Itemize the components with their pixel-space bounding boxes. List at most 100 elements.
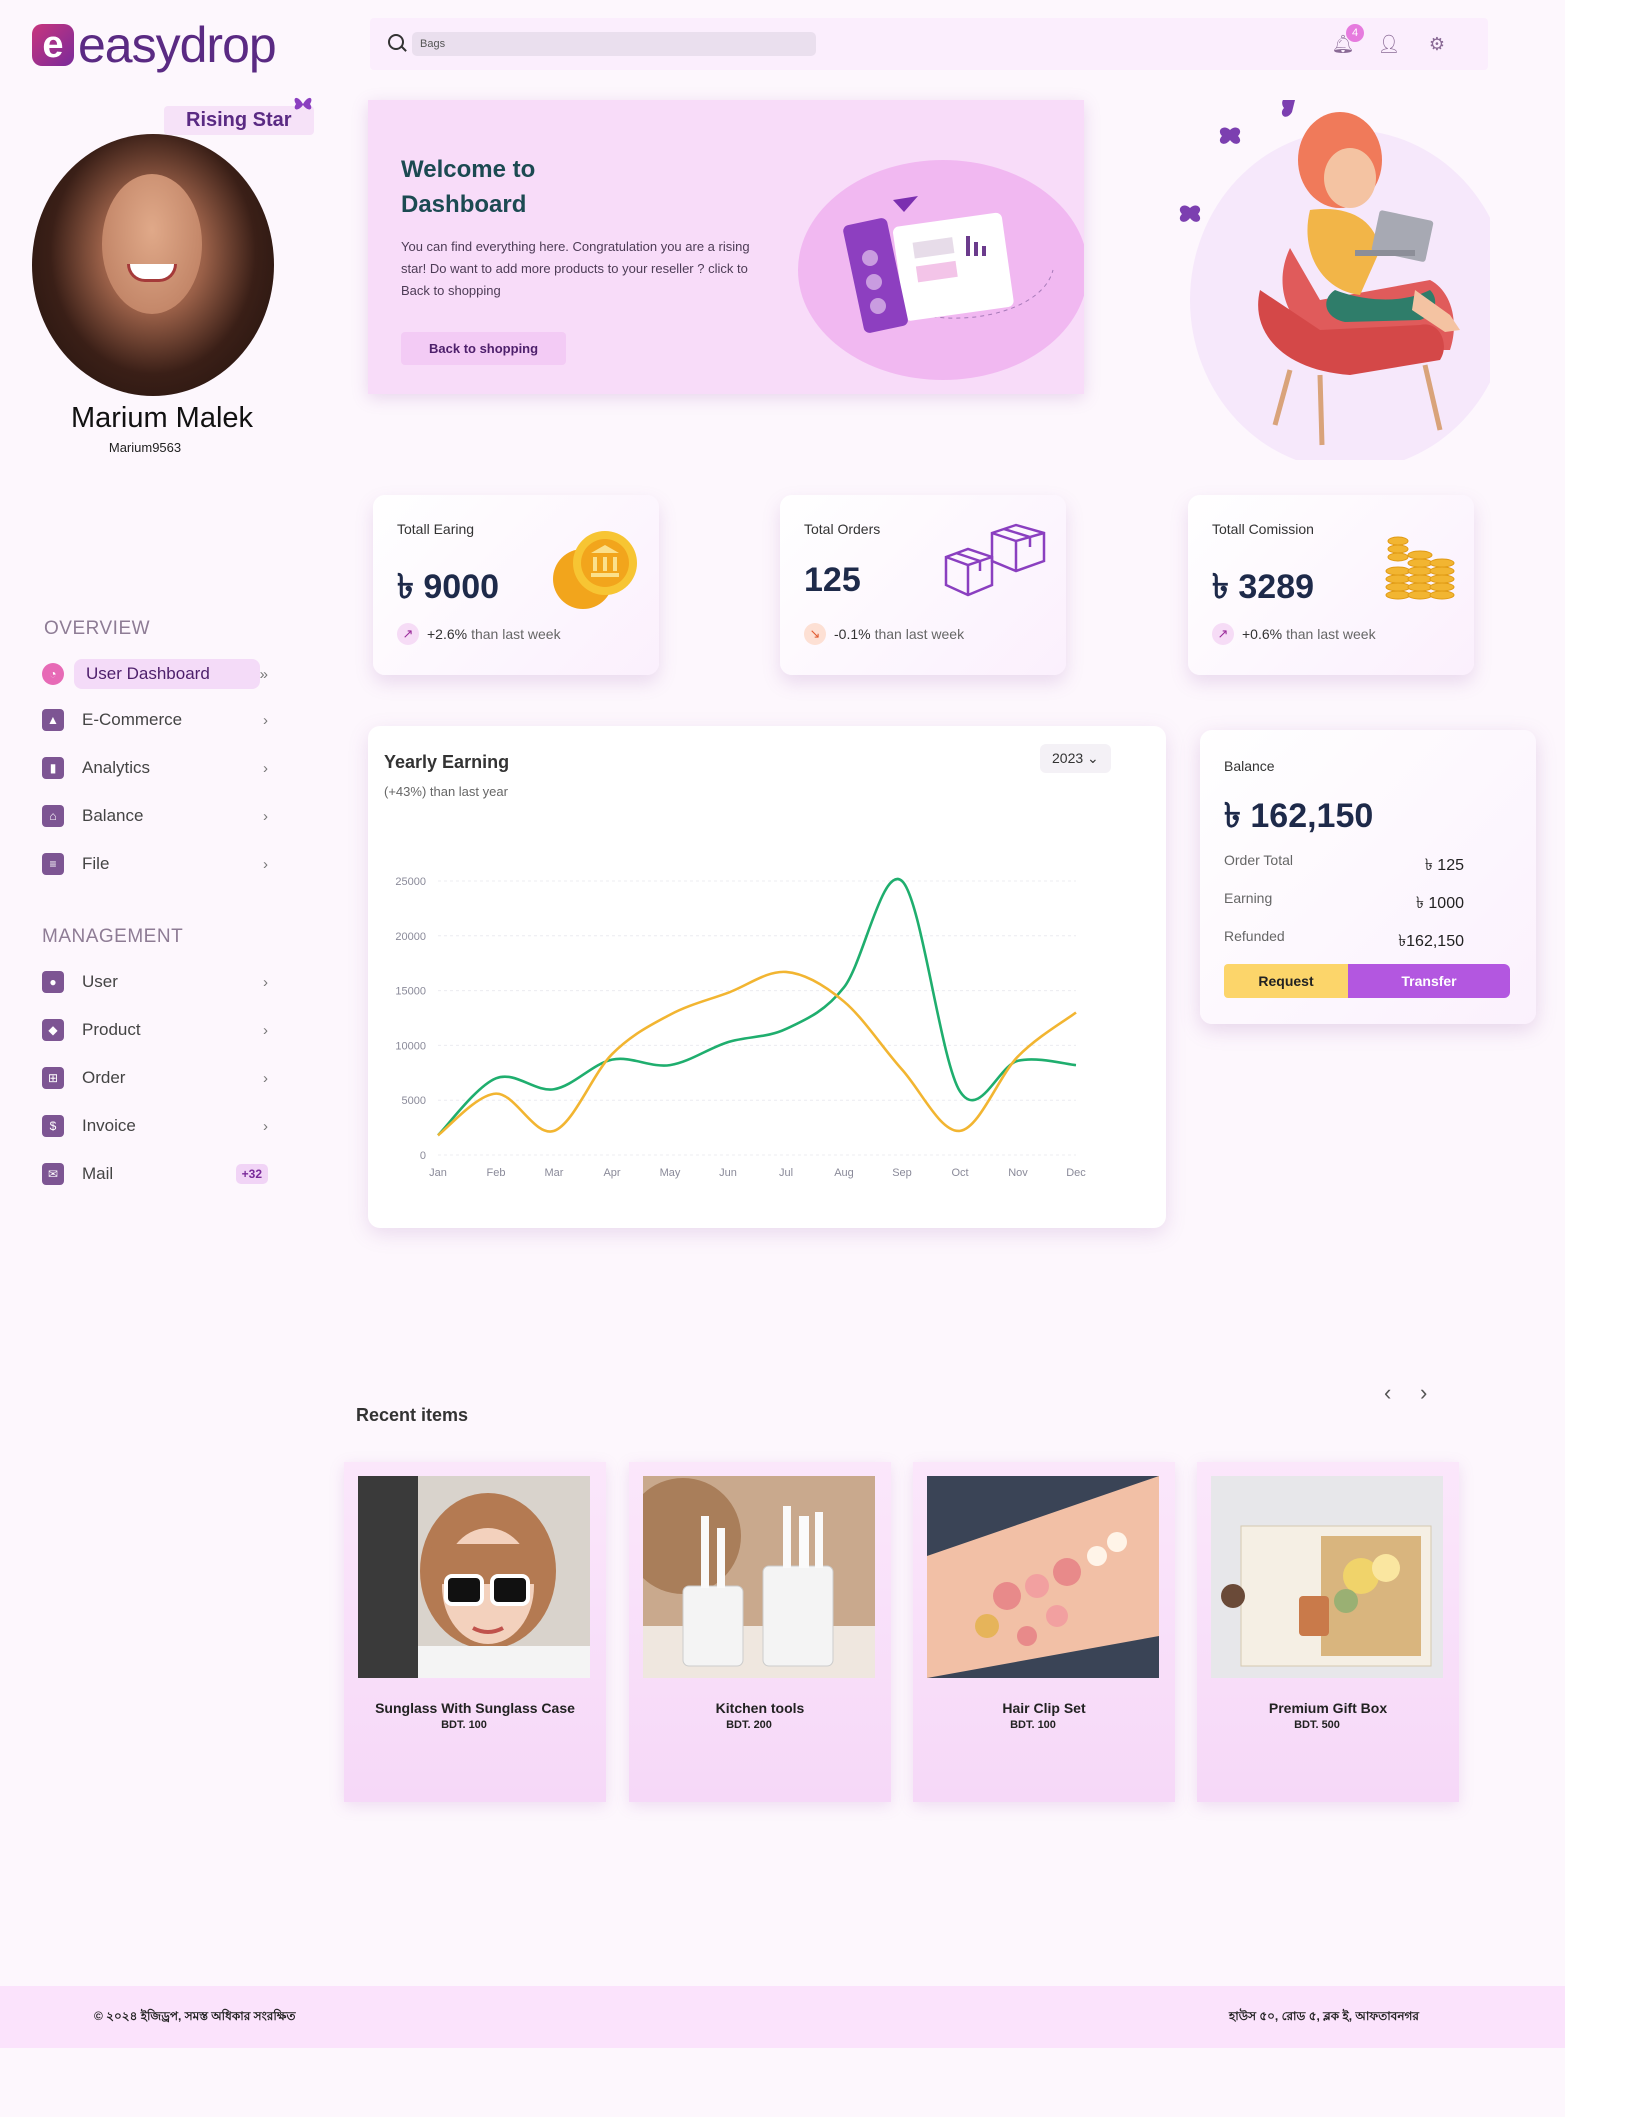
search-icon[interactable]	[388, 34, 404, 50]
balance-card: Balance ৳ 162,150 Order Total ৳ 125 Earn…	[1200, 730, 1536, 1024]
stat-value: 125	[804, 561, 861, 599]
dashboard-illustration-icon	[843, 196, 1054, 333]
sidebar-item-product[interactable]: ◆ Product ›	[42, 1014, 294, 1046]
sidebar-item-balance[interactable]: ⌂ Balance ›	[42, 800, 294, 832]
top-bar: 🔔︎ 4 👤︎ ⚙	[370, 18, 1488, 70]
back-to-shopping-button[interactable]: Back to shopping	[401, 332, 567, 365]
yearly-earning-card: Yearly Earning (+43%) than last year 202…	[368, 726, 1166, 1228]
x-tick-label: Mar	[545, 1167, 564, 1179]
recent-item-price: BDT. 100	[441, 1719, 487, 1731]
sidebar-item-label: Analytics	[82, 758, 151, 777]
recent-item-price: BDT. 100	[1010, 1719, 1056, 1731]
transfer-button[interactable]: Transfer	[1348, 964, 1510, 998]
x-tick-label: May	[660, 1167, 681, 1179]
balance-row-label: Earning	[1224, 890, 1273, 906]
sidebar-item-analytics[interactable]: ▮ Analytics ›	[42, 752, 294, 784]
users-icon[interactable]: 👤︎	[1378, 33, 1401, 55]
stat-change-percent: +2.6%	[427, 626, 468, 642]
x-tick-label: Jul	[779, 1167, 793, 1179]
stat-change-suffix: than last week	[1286, 626, 1376, 642]
recent-item-price: BDT. 500	[1294, 1719, 1340, 1731]
recent-item-card[interactable]: Kitchen tools BDT. 200	[629, 1462, 891, 1802]
chevron-right-icon[interactable]: ›	[1420, 1380, 1427, 1406]
sidebar-item-e-commerce[interactable]: ▲ E-Commerce ›	[42, 704, 294, 736]
y-tick-label: 0	[420, 1150, 426, 1162]
sidebar-item-label: Mail	[82, 1164, 114, 1183]
sidebar-item-invoice[interactable]: $ Invoice ›	[42, 1110, 294, 1142]
x-tick-label: Sep	[892, 1167, 912, 1179]
sidebar-item-user[interactable]: ● User ›	[42, 966, 294, 998]
stat-change: ↘ -0.1% than last week	[804, 623, 964, 645]
notification-count-badge: 4	[1346, 24, 1364, 42]
trend-down-icon: ↘	[804, 623, 826, 645]
stat-title: Totall Earing	[397, 521, 475, 537]
chevron-left-icon[interactable]: ‹	[1384, 1380, 1391, 1406]
analytics-chart-icon: ▮	[42, 757, 64, 779]
stat-title: Totall Comission	[1212, 521, 1314, 537]
trend-up-icon: ↗	[397, 623, 419, 645]
balance-title: Balance	[1224, 758, 1275, 774]
search-input[interactable]	[412, 32, 816, 56]
stat-card-total-commission: Totall Comission ৳ 3289 ↗ +0.6% than las…	[1188, 495, 1474, 675]
x-tick-label: Apr	[603, 1167, 620, 1179]
shopping-bag-icon: ▲	[42, 709, 64, 731]
stat-change-percent: -0.1%	[834, 626, 871, 642]
gift-box-product-image	[1211, 1476, 1443, 1678]
sidebar-item-label: Invoice	[82, 1116, 136, 1135]
sidebar-item-label: Order	[82, 1068, 126, 1087]
sunglass-product-image	[358, 1476, 590, 1678]
chevron-right-icon: ›	[263, 1021, 268, 1039]
x-tick-label: Jan	[429, 1167, 447, 1179]
recent-item-name: Sunglass With Sunglass Case	[375, 1700, 575, 1716]
stat-change: ↗ +2.6% than last week	[397, 623, 561, 645]
chevron-right-icon: ›	[263, 807, 268, 825]
recent-item-name: Hair Clip Set	[1002, 1700, 1086, 1716]
logo[interactable]: e easydrop	[32, 20, 277, 70]
footer-address: হাউস ৫০, রোড ৫, ব্লক ই, আফতাবনগর	[1228, 2009, 1419, 2023]
balance-row-label: Order Total	[1224, 852, 1293, 868]
sidebar-item-file[interactable]: ≡ File ›	[42, 848, 294, 880]
dollar-invoice-icon: $	[42, 1115, 64, 1137]
page: e easydrop Rising Star Marium Malek Mari…	[0, 0, 1565, 2117]
request-button[interactable]: Request	[1224, 964, 1348, 998]
recent-item-price: BDT. 200	[726, 1719, 772, 1731]
balance-row-order-total: Order Total ৳ 125	[1224, 852, 1464, 879]
x-tick-label: Aug	[834, 1167, 854, 1179]
recent-item-card[interactable]: Hair Clip Set BDT. 100	[913, 1462, 1175, 1802]
chevron-right-icon: ›	[263, 1117, 268, 1135]
balance-row-value: ৳ 1000	[1415, 895, 1464, 912]
dashboard-gauge-icon: ◔	[42, 663, 64, 685]
x-tick-label: Nov	[1008, 1167, 1028, 1179]
sidebar-item-order[interactable]: ⊞ Order ›	[42, 1062, 294, 1094]
sidebar-item-mail[interactable]: ✉ Mail +32	[42, 1158, 294, 1190]
footer: © ২০২৪ ইজিড্রপ, সমস্ত অধিকার সংরক্ষিত হা…	[0, 1986, 1565, 2048]
balance-row-refunded: Refunded ৳162,150	[1224, 928, 1464, 955]
profile-name: Marium Malek	[70, 402, 254, 434]
sidebar-item-label: User	[82, 972, 118, 991]
chevron-right-icon: ›	[263, 711, 268, 729]
welcome-text: You can find everything here. Congratula…	[401, 239, 750, 298]
x-tick-label: Oct	[951, 1167, 968, 1179]
welcome-title: Welcome to Dashboard	[401, 156, 536, 218]
girl-reading-illustration	[1179, 100, 1490, 460]
recent-item-card[interactable]: Premium Gift Box BDT. 500	[1197, 1462, 1459, 1802]
balance-row-value: ৳ 125	[1424, 857, 1464, 874]
y-tick-label: 20000	[395, 931, 426, 943]
sidebar-item-label: User Dashboard	[74, 659, 260, 689]
y-tick-label: 5000	[402, 1095, 426, 1107]
overview-section-title: OVERVIEW	[44, 618, 151, 639]
user-icon: ●	[42, 971, 64, 993]
gear-icon[interactable]: ⚙	[1426, 33, 1448, 55]
series-line-1	[437, 970, 1077, 1137]
hair-clip-product-image	[927, 1476, 1159, 1678]
stat-card-total-earning: Totall Earing ৳ 9000 ↗ +2.6% than last w…	[373, 495, 659, 675]
stat-change-suffix: than last week	[874, 626, 965, 642]
recent-item-card[interactable]: Sunglass With Sunglass Case BDT. 100	[344, 1462, 606, 1802]
double-chevron-right-icon: »	[259, 665, 268, 683]
sidebar-item-user-dashboard[interactable]: ◔ User Dashboard »	[42, 658, 294, 690]
bank-icon: ⌂	[42, 805, 64, 827]
logo-mark-icon: e	[32, 24, 74, 66]
y-tick-label: 15000	[395, 986, 426, 998]
stat-change-suffix: than last week	[471, 626, 561, 642]
stat-change-percent: +0.6%	[1242, 626, 1283, 642]
